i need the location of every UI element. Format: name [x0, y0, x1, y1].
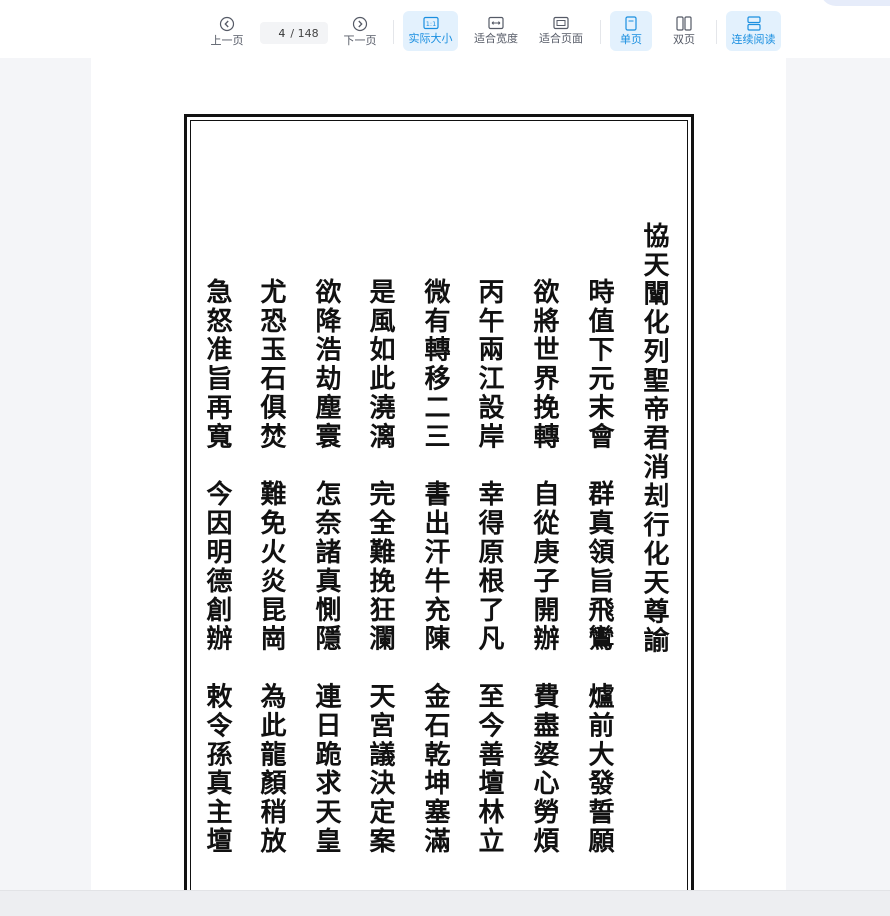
toolbar-divider: [716, 20, 717, 44]
fit-page-button[interactable]: 适合页面: [535, 11, 587, 51]
next-page-label: 下一页: [343, 34, 377, 47]
fit-page-icon: [553, 16, 569, 30]
chevron-left-circle-icon: [219, 16, 235, 32]
document-line: 微有轉移二三 書出汗牛充陳 金石乾坤塞滿: [420, 278, 450, 856]
actual-size-button[interactable]: 1:1 实际大小: [403, 11, 458, 51]
toolbar-divider: [600, 20, 601, 44]
single-page-button[interactable]: 单页: [610, 11, 652, 51]
bottom-scroll-area[interactable]: [0, 890, 890, 916]
document-line: 欲將世界挽轉 自從庚子開辦 費盡婆心勞煩: [529, 278, 559, 856]
actual-size-icon: 1:1: [422, 16, 439, 30]
single-page-icon: [625, 16, 637, 31]
document-line: 時值下元末會 群真領旨飛鸞 爐前大發誓願: [584, 278, 614, 856]
total-pages: / 148: [290, 26, 319, 40]
document-title: 協天闡化列聖帝君消刦行化天尊諭: [639, 222, 669, 656]
prev-page-label: 上一页: [210, 34, 244, 47]
toolbar-divider: [393, 20, 394, 44]
document-line: 丙午兩江設岸 幸得原根了凡 至今善壇林立: [474, 278, 504, 856]
page-number-box: / 148: [260, 22, 328, 44]
fit-page-label: 适合页面: [539, 32, 583, 45]
document-line: 欲降浩劫塵寰 怎奈諸真惻隱 連日跪求天皇: [311, 278, 341, 856]
actual-size-label: 实际大小: [408, 32, 453, 45]
double-page-icon: [676, 16, 692, 31]
viewer-toolbar: 上一页 / 148 下一页 1:1 实际大小: [0, 0, 890, 58]
fit-width-label: 适合宽度: [474, 32, 518, 45]
next-page-button[interactable]: 下一页: [337, 11, 383, 51]
corner-decoration: [820, 0, 890, 6]
single-page-label: 单页: [620, 33, 642, 46]
continuous-reading-button[interactable]: 连续阅读: [726, 11, 781, 51]
continuous-reading-label: 连续阅读: [731, 33, 776, 46]
chevron-right-circle-icon: [352, 16, 368, 32]
continuous-scroll-icon: [746, 16, 761, 31]
pdf-viewer: 上一页 / 148 下一页 1:1 实际大小: [0, 0, 890, 916]
double-page-label: 双页: [673, 33, 695, 46]
document-line: 急怒准旨再寬 今因明德創辦 敕令孫真主壇: [202, 278, 232, 856]
prev-page-button[interactable]: 上一页: [204, 11, 250, 51]
document-line: 是風如此澆漓 完全難挽狂瀾 天宮議決定案: [365, 278, 395, 856]
svg-text:1:1: 1:1: [425, 20, 435, 28]
current-page-input[interactable]: [269, 26, 286, 40]
double-page-button[interactable]: 双页: [663, 11, 705, 51]
document-line: 尤恐玉石俱焚 難免火炎昆崗 為此龍顏稍放: [256, 278, 286, 856]
fit-width-icon: [488, 16, 504, 30]
fit-width-button[interactable]: 适合宽度: [470, 11, 522, 51]
